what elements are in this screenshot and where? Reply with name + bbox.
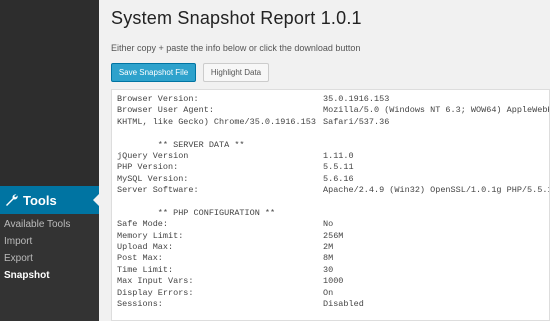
report-value: 256M	[323, 230, 344, 241]
report-value: 2M	[323, 242, 334, 253]
report-value: 8M	[323, 253, 334, 264]
report-key: Sessions:	[117, 299, 163, 310]
report-key: KHTML, like Gecko) Chrome/35.0.1916.153	[117, 116, 316, 127]
report-key: Display Errors:	[117, 287, 194, 298]
report-textarea[interactable]: Browser Version: 35.0.1916.153 Browser Use…	[111, 89, 550, 321]
report-value: Apache/2.4.9 (Win32) OpenSSL/1.0.1g PHP/…	[323, 185, 550, 196]
submenu-item-export[interactable]: Export	[4, 253, 33, 264]
report-value: No	[323, 219, 334, 230]
report-key: Browser Version:	[117, 94, 199, 104]
report-key: Safe Mode:	[117, 219, 169, 230]
report-value: 5.5.11	[323, 162, 354, 173]
highlight-data-button[interactable]: Highlight Data	[203, 63, 269, 82]
tools-submenu: Available Tools Import Export Snapshot	[0, 214, 99, 321]
report-key: PHP Version:	[117, 162, 179, 173]
save-snapshot-button[interactable]: Save Snapshot File	[111, 63, 196, 82]
instructions-text: Either copy + paste the info below or cl…	[111, 43, 361, 53]
report-key: MySQL Version:	[117, 173, 189, 184]
report-value: 1.11.0	[323, 150, 354, 161]
report-key: Post Max:	[117, 253, 163, 264]
report-value: 35.0.1916.153	[323, 94, 390, 104]
main-content: System Snapshot Report 1.0.1 Either copy…	[99, 0, 550, 321]
report-value: Disabled	[323, 299, 364, 310]
report-key: jQuery Version	[117, 150, 189, 161]
report-key: Browser User Agent:	[117, 105, 214, 116]
submenu-item-import[interactable]: Import	[4, 236, 32, 247]
sidebar-menu-area	[0, 0, 99, 186]
sidebar-item-tools[interactable]: Tools	[0, 186, 99, 214]
report-value: On	[323, 287, 334, 298]
report-value: 30	[323, 264, 334, 275]
submenu-item-available-tools[interactable]: Available Tools	[4, 219, 70, 230]
report-value: Mozilla/5.0 (Windows NT 6.3; WOW64) Appl…	[323, 105, 550, 116]
report-key: ** PHP CONFIGURATION **	[117, 207, 276, 218]
sidebar-item-tools-label: Tools	[23, 192, 57, 208]
report-key: Max Input Vars:	[117, 276, 194, 287]
submenu-item-snapshot[interactable]: Snapshot	[4, 270, 50, 281]
report-value: 1000	[323, 276, 344, 287]
admin-sidebar: Tools Available Tools Import Export Snap…	[0, 0, 99, 321]
report-value: Safari/537.36	[323, 116, 390, 127]
report-key: Memory Limit:	[117, 230, 184, 241]
report-value: 5.6.16	[323, 173, 354, 184]
report-key: ** SERVER DATA **	[117, 139, 245, 150]
report-key: Time Limit:	[117, 264, 174, 275]
report-key: Server Software:	[117, 185, 199, 196]
page-title: System Snapshot Report 1.0.1	[111, 8, 362, 28]
wrench-icon	[4, 193, 19, 208]
report-key: Upload Max:	[117, 242, 174, 253]
